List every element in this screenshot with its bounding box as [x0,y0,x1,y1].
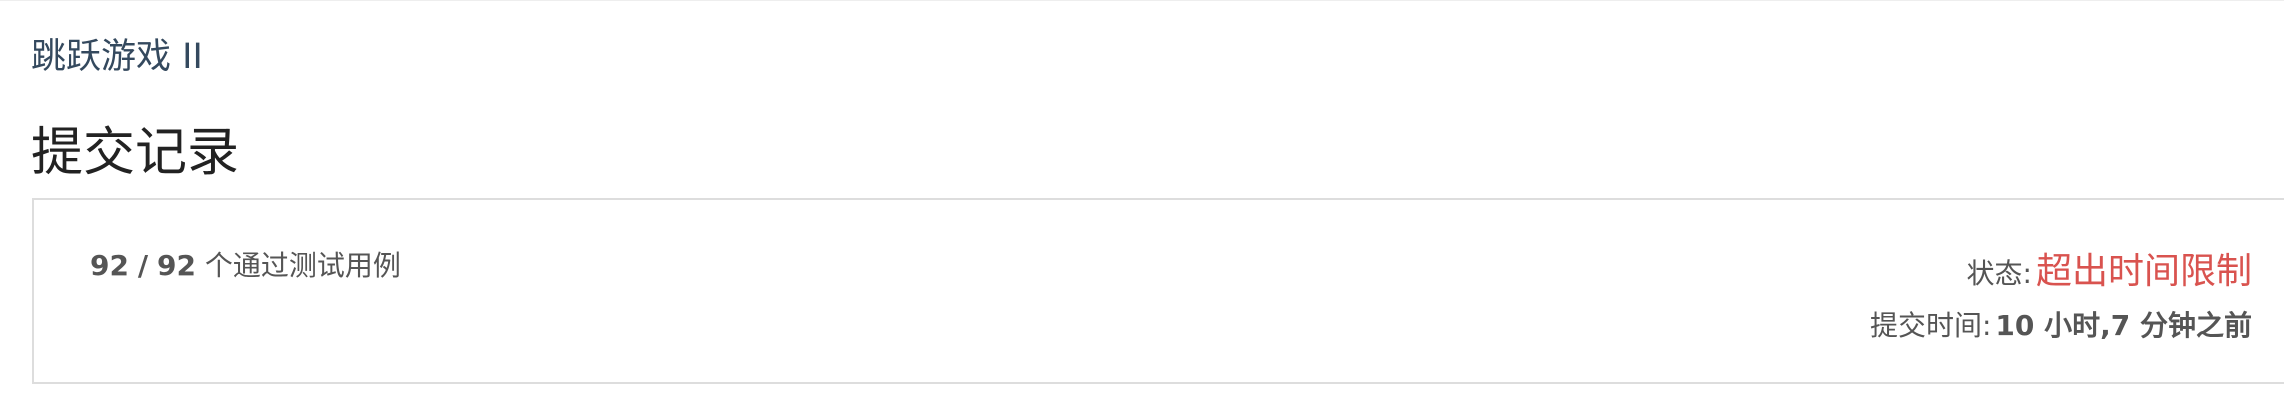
test-case-summary: 92 / 92 个通过测试用例 [90,248,401,284]
passed-count: 92 [90,249,129,282]
submit-time-value: 10 小时,7 分钟之前 [1995,309,2252,342]
problem-title-link[interactable]: 跳跃游戏 II [31,34,203,80]
count-separator: / [137,249,149,282]
submission-panel: 92 / 92 个通过测试用例 状态: 超出时间限制 提交时间: 10 小时,7… [32,198,2284,384]
page-title: 提交记录 [31,123,240,183]
status-label: 状态: [1966,257,2032,290]
status-value: 超出时间限制 [2035,251,2252,292]
submit-time-label: 提交时间: [1869,309,1992,342]
passed-suffix: 个通过测试用例 [204,249,401,282]
total-count: 92 [157,249,196,282]
status-row: 状态: 超出时间限制 [1967,242,2252,294]
top-divider [0,0,2284,1]
submit-time-row: 提交时间: 10 小时,7 分钟之前 [1870,304,2252,344]
